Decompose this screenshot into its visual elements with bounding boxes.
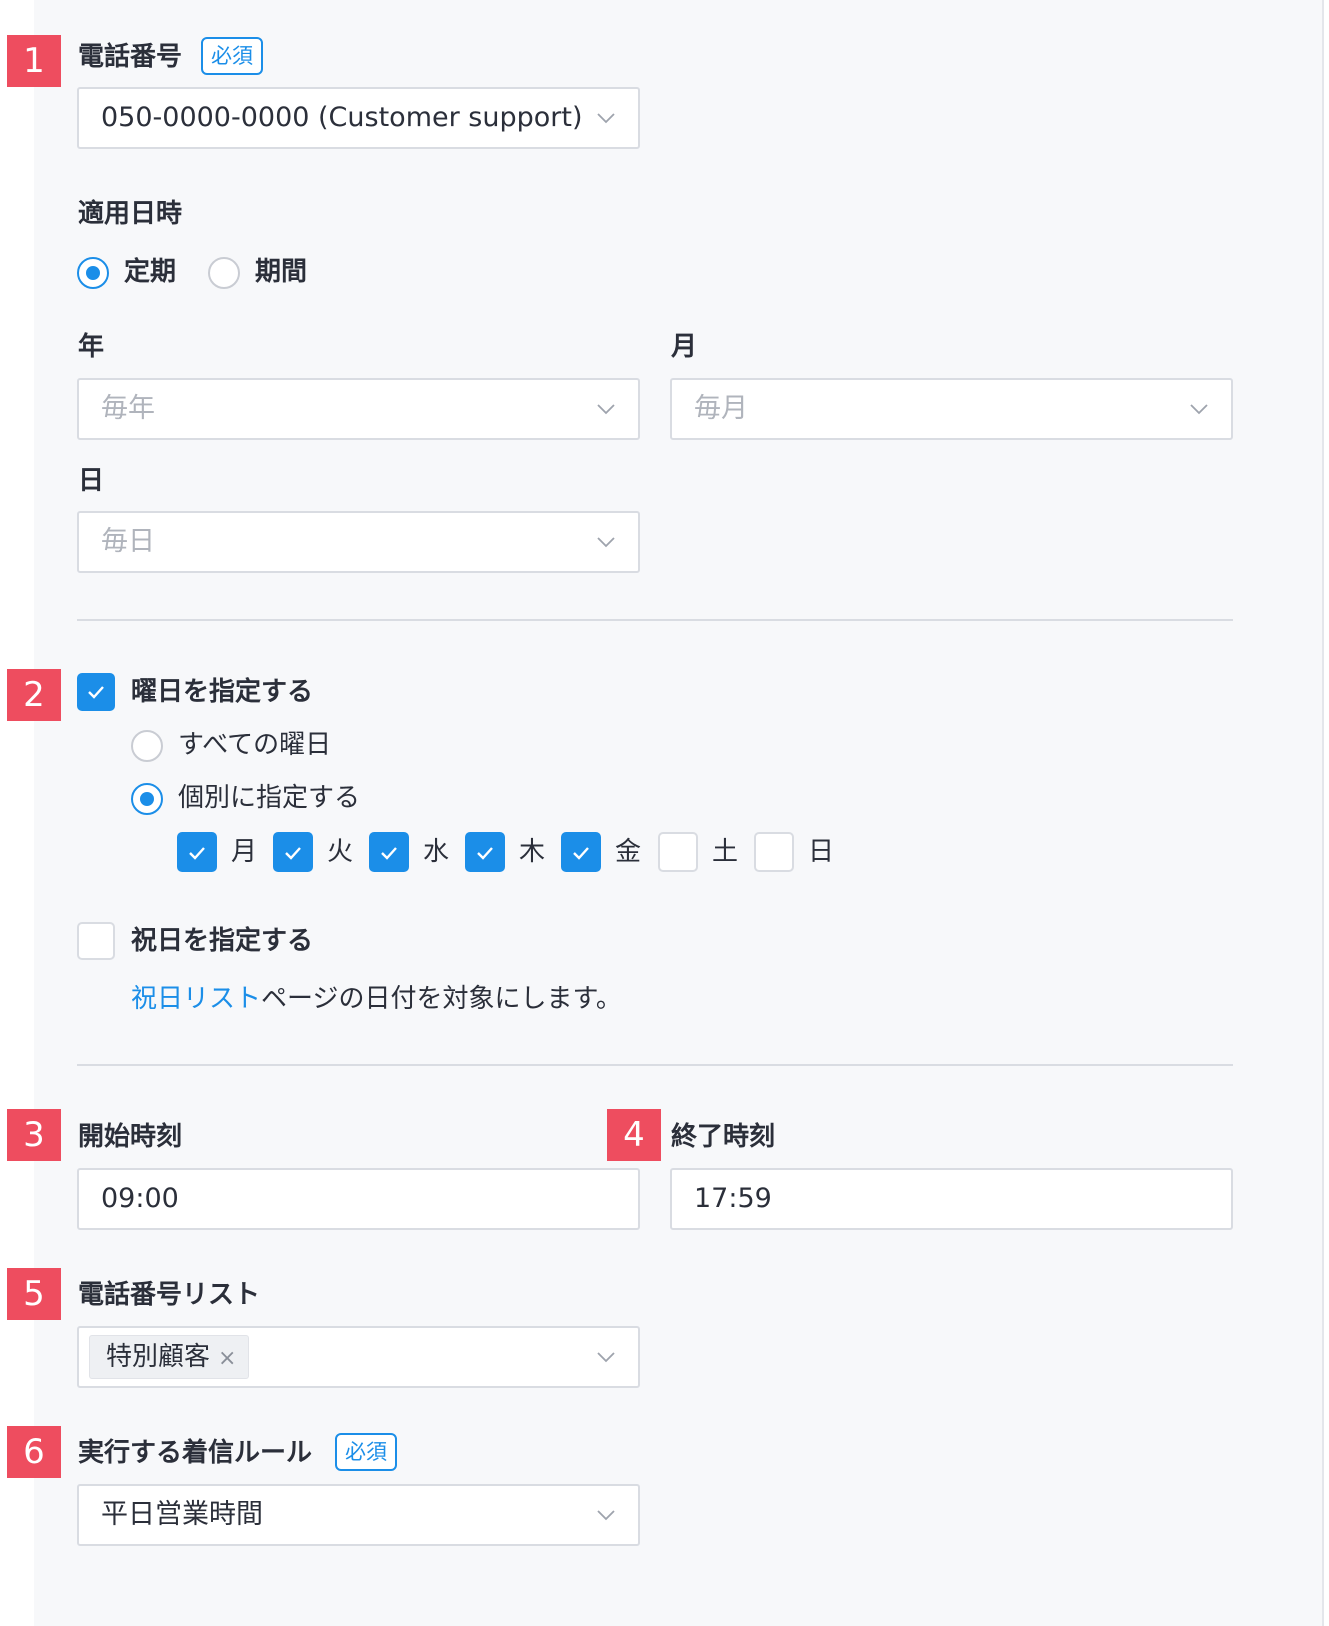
day-checkbox-fri[interactable]: [561, 832, 601, 872]
start-time-input[interactable]: 09:00: [77, 1168, 640, 1230]
step-marker-6: 6: [7, 1426, 61, 1478]
radio-individual-weekdays[interactable]: [131, 783, 163, 815]
radio-all-weekdays-label: すべての曜日: [178, 730, 332, 760]
radio-individual-weekdays-label: 個別に指定する: [178, 783, 361, 813]
end-time-value: 17:59: [694, 1183, 772, 1214]
chevron-down-icon: [597, 1510, 615, 1521]
day-label: 日: [78, 466, 105, 496]
start-time-value: 09:00: [101, 1183, 179, 1214]
chevron-down-icon: [597, 113, 615, 124]
phone-list-tag: 特別顧客 ×: [89, 1335, 250, 1379]
holiday-description-text: ページの日付を対象にします。: [261, 984, 622, 1014]
radio-periodic[interactable]: [77, 257, 109, 289]
day-checkbox-wed[interactable]: [369, 832, 409, 872]
day-label-mon: 月: [231, 837, 258, 867]
month-label: 月: [671, 332, 698, 362]
holiday-label: 祝日を指定する: [131, 926, 314, 956]
holiday-list-link[interactable]: 祝日リスト: [131, 984, 261, 1014]
day-label-fri: 金: [615, 837, 642, 867]
day-checkbox-thu[interactable]: [465, 832, 505, 872]
year-label: 年: [78, 332, 105, 362]
day-checkbox-tue[interactable]: [273, 832, 313, 872]
phone-label: 電話番号: [78, 42, 183, 72]
rule-required-badge: 必須: [335, 1433, 397, 1471]
chevron-down-icon: [1190, 404, 1208, 415]
check-icon: [477, 847, 493, 860]
day-label-sun: 日: [808, 837, 835, 867]
step-marker-5: 5: [7, 1268, 61, 1320]
radio-all-weekdays[interactable]: [131, 730, 163, 762]
holiday-description: 祝日リストページの日付を対象にします。: [131, 979, 622, 1019]
day-label-thu: 木: [519, 837, 546, 867]
check-icon: [285, 847, 301, 860]
weekday-checkbox[interactable]: [77, 673, 115, 711]
rule-select-value: 平日営業時間: [101, 1499, 263, 1530]
day-select[interactable]: 毎日: [77, 511, 640, 573]
day-label-wed: 水: [423, 837, 450, 867]
step-marker-2: 2: [7, 669, 61, 721]
month-select-value: 毎月: [694, 393, 748, 424]
rule-select[interactable]: 平日営業時間: [77, 1484, 640, 1546]
phone-list-select[interactable]: 特別顧客 ×: [77, 1326, 640, 1388]
day-checkbox-sun[interactable]: [754, 832, 794, 872]
check-icon: [381, 847, 397, 860]
day-label-sat: 土: [712, 837, 739, 867]
check-icon: [189, 847, 205, 860]
check-icon: [573, 847, 589, 860]
phone-select-value: 050-0000-0000 (Customer support): [101, 102, 583, 133]
day-checkbox-mon[interactable]: [177, 832, 217, 872]
check-icon: [88, 686, 104, 699]
step-marker-1: 1: [7, 35, 61, 87]
radio-periodic-label: 定期: [124, 257, 177, 287]
day-select-value: 毎日: [101, 526, 155, 557]
day-label-tue: 火: [327, 837, 354, 867]
chevron-down-icon: [597, 404, 615, 415]
step-marker-3: 3: [7, 1109, 61, 1161]
year-select-value: 毎年: [101, 393, 155, 424]
year-select[interactable]: 毎年: [77, 378, 640, 440]
phone-select[interactable]: 050-0000-0000 (Customer support): [77, 87, 640, 149]
phone-required-badge: 必須: [201, 37, 263, 75]
end-time-label: 終了時刻: [671, 1122, 776, 1152]
holiday-checkbox[interactable]: [77, 922, 115, 960]
schedule-label: 適用日時: [78, 199, 183, 229]
end-time-input[interactable]: 17:59: [670, 1168, 1233, 1230]
month-select[interactable]: 毎月: [670, 378, 1233, 440]
phone-list-tag-label: 特別顧客: [106, 1342, 211, 1372]
rule-label: 実行する着信ルール: [78, 1438, 313, 1468]
chevron-down-icon: [597, 1352, 615, 1363]
phone-list-label: 電話番号リスト: [78, 1280, 261, 1310]
radio-period[interactable]: [208, 257, 240, 289]
radio-period-label: 期間: [255, 257, 308, 287]
step-marker-4: 4: [607, 1109, 661, 1161]
day-checkbox-sat[interactable]: [658, 832, 698, 872]
section-divider: [77, 619, 1233, 621]
chevron-down-icon: [597, 537, 615, 548]
close-icon[interactable]: ×: [218, 1346, 236, 1371]
section-divider: [77, 1064, 1233, 1066]
start-time-label: 開始時刻: [78, 1122, 183, 1152]
weekday-label: 曜日を指定する: [131, 677, 314, 707]
